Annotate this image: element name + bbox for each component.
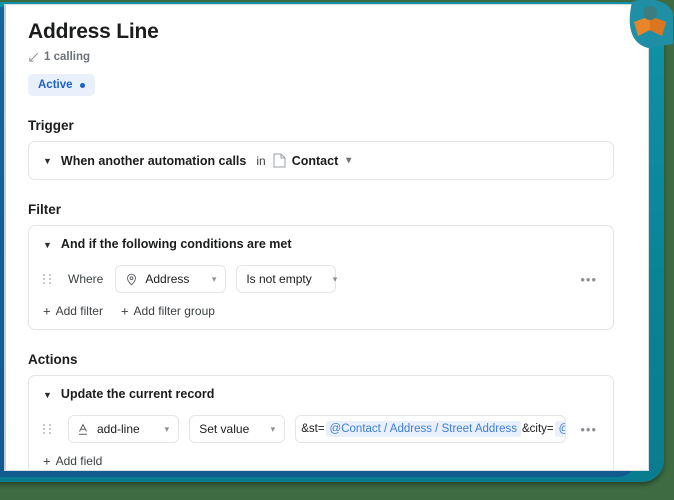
actions-add-actions: + Add field: [29, 446, 613, 470]
trigger-connector: in: [256, 153, 266, 168]
automation-detail-card: Address Line 1 calling Active Trigger ▼: [4, 4, 649, 471]
filter-field-select[interactable]: Address ▾: [115, 265, 227, 293]
page-title: Address Line: [28, 20, 159, 43]
add-filter-button[interactable]: + Add filter: [43, 304, 103, 318]
add-filter-group-label: Add filter group: [133, 304, 215, 318]
where-label: Where: [68, 272, 104, 286]
brand-logo: [629, 0, 673, 48]
filter-condition-row: Where Address ▾ Is not empty ▾ •••: [29, 262, 613, 296]
chevron-down-icon: ▾: [270, 423, 276, 434]
trigger-header-row[interactable]: ▼ When another automation calls in Conta…: [29, 142, 613, 179]
actions-header-row[interactable]: ▼ Update the current record: [29, 376, 613, 412]
filter-row-more-options-icon[interactable]: •••: [576, 271, 601, 288]
filter-add-actions: + Add filter + Add filter group: [29, 296, 613, 329]
add-filter-group-button[interactable]: + Add filter group: [121, 304, 215, 318]
map-pin-icon: [125, 273, 138, 286]
drag-handle-icon[interactable]: [43, 274, 52, 284]
calling-count-label: 1 calling: [44, 51, 91, 63]
drag-handle-icon[interactable]: [43, 424, 52, 434]
text-format-icon: [78, 422, 90, 436]
add-field-button[interactable]: + Add field: [43, 454, 102, 468]
section-title-filter: Filter: [28, 202, 62, 217]
section-title-trigger: Trigger: [28, 118, 74, 133]
add-field-label: Add field: [55, 454, 103, 468]
filter-conditions-label: And if the following conditions are met: [60, 237, 292, 251]
action-value-input[interactable]: &st= @Contact / Address / Street Address &…: [295, 415, 567, 443]
value-token-chip[interactable]: @Contact / Address / Street Address: [325, 421, 522, 437]
plus-icon: +: [43, 453, 51, 468]
action-field-row: add-line ▾ Set value ▾ &st= @Contact / Ad…: [29, 412, 613, 446]
action-label: Update the current record: [60, 387, 215, 401]
action-field-select[interactable]: add-line ▾: [68, 415, 180, 443]
filter-panel: ▼ And if the following conditions are me…: [28, 225, 614, 330]
status-dot-icon: [79, 82, 85, 88]
status-badge-label: Active: [38, 79, 73, 91]
trigger-record-label[interactable]: Contact: [292, 154, 339, 168]
actions-panel: ▼ Update the current record add-line ▾ S…: [28, 375, 614, 470]
action-mode-select[interactable]: Set value ▾: [189, 415, 286, 443]
section-title-actions: Actions: [28, 352, 78, 367]
caret-down-icon[interactable]: ▼: [43, 390, 52, 400]
filter-operator-value: Is not empty: [246, 272, 312, 286]
document-icon: [273, 153, 286, 168]
filter-operator-select[interactable]: Is not empty ▾: [236, 265, 338, 293]
chevron-down-icon: ▾: [164, 423, 170, 434]
plus-icon: +: [43, 303, 51, 318]
chevron-down-icon[interactable]: ▾: [346, 155, 351, 166]
action-row-more-options-icon[interactable]: •••: [576, 421, 601, 438]
status-badge[interactable]: Active: [28, 74, 95, 96]
filter-field-value: Address: [145, 272, 190, 286]
plus-icon: +: [120, 303, 129, 318]
trigger-label: When another automation calls: [60, 153, 247, 168]
action-field-value: add-line: [97, 422, 140, 436]
filter-header-row[interactable]: ▼ And if the following conditions are me…: [29, 226, 613, 262]
calling-count: 1 calling: [28, 51, 626, 63]
caret-down-icon[interactable]: ▼: [43, 240, 52, 250]
page-header: Address Line 1 calling Active: [28, 19, 626, 96]
chevron-down-icon: ▾: [332, 273, 338, 284]
caret-down-icon[interactable]: ▼: [43, 157, 52, 166]
value-token-chip[interactable]: @Conta: [554, 421, 566, 437]
chevron-down-icon: ▾: [211, 273, 217, 284]
incoming-call-arrow-icon: [28, 52, 39, 63]
add-filter-label: Add filter: [55, 304, 103, 318]
action-mode-value: Set value: [199, 422, 250, 436]
value-static-text: &st=: [301, 423, 325, 435]
trigger-panel: ▼ When another automation calls in Conta…: [28, 141, 614, 180]
value-static-text: &city=: [522, 423, 554, 435]
